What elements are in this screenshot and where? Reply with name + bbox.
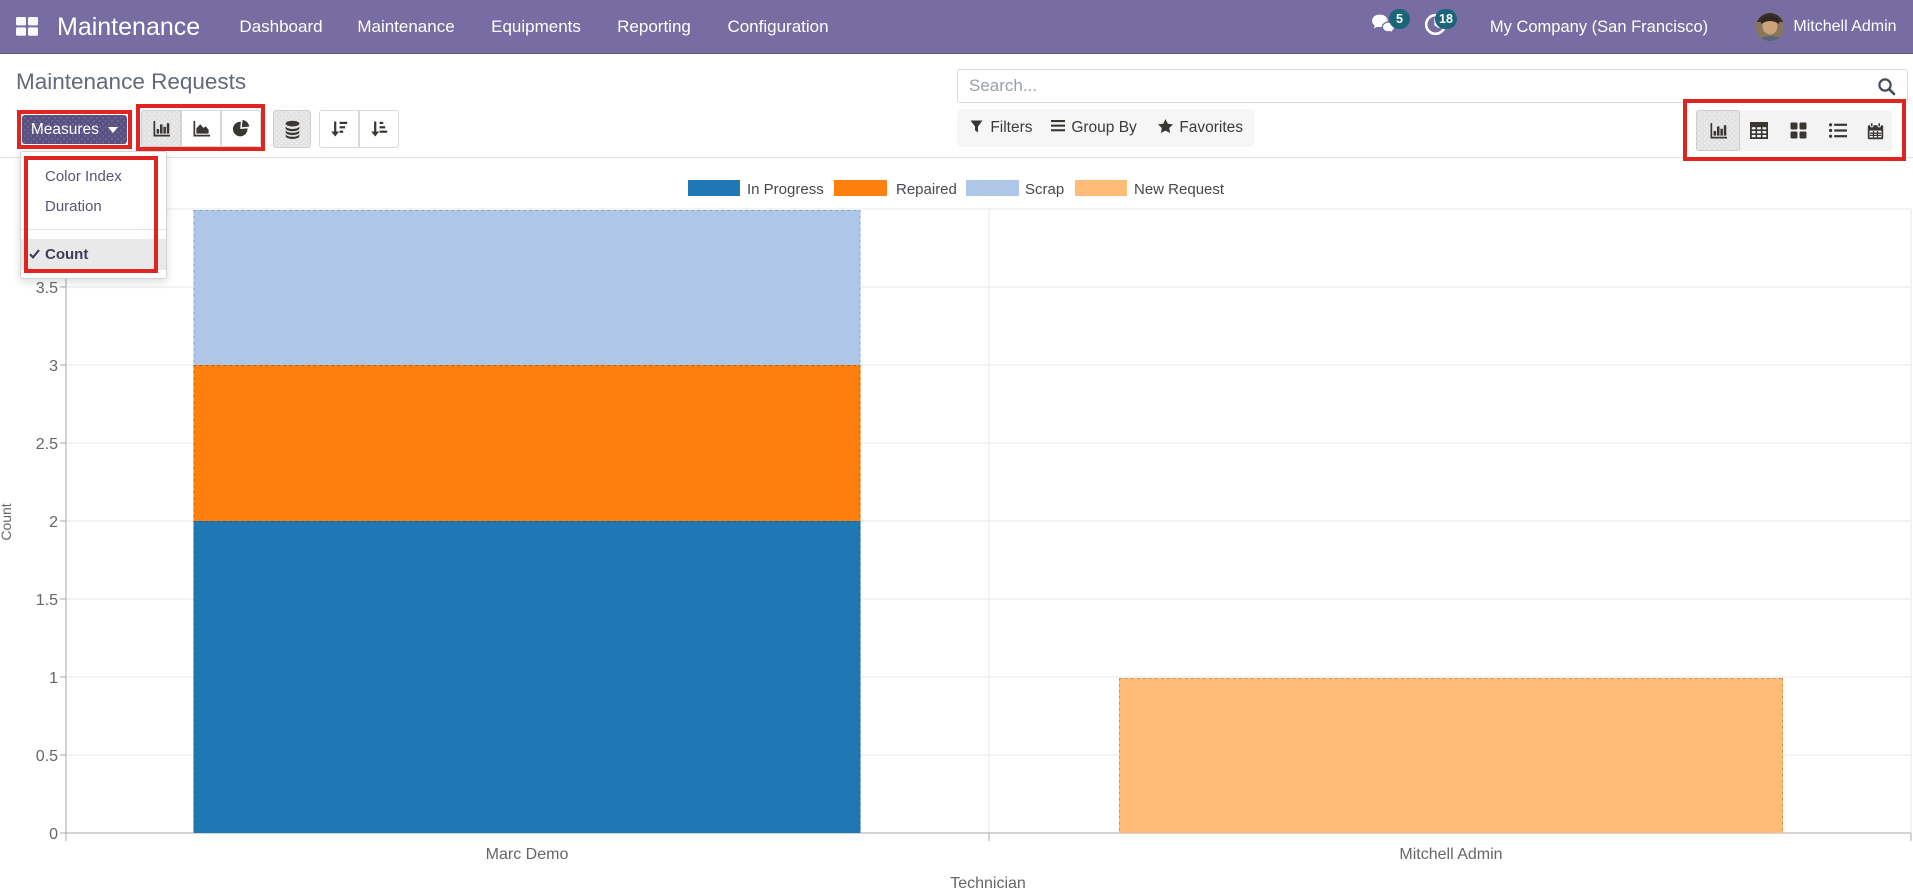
svg-text:3.5: 3.5 (36, 280, 58, 297)
svg-text:0.5: 0.5 (36, 748, 58, 765)
svg-text:In Progress: In Progress (747, 181, 824, 198)
svg-text:Repaired: Repaired (896, 181, 957, 198)
svg-text:Marc Demo: Marc Demo (486, 846, 569, 863)
svg-text:3: 3 (49, 358, 58, 375)
svg-text:0: 0 (49, 826, 58, 843)
svg-text:Technician: Technician (950, 875, 1026, 891)
svg-text:Count: Count (0, 503, 14, 540)
svg-text:2.5: 2.5 (36, 436, 58, 453)
svg-text:2: 2 (49, 514, 58, 531)
svg-text:1.5: 1.5 (36, 592, 58, 609)
svg-text:New Request: New Request (1134, 181, 1225, 198)
svg-text:Scrap: Scrap (1025, 181, 1064, 198)
svg-text:Mitchell Admin: Mitchell Admin (1399, 846, 1502, 863)
svg-text:1: 1 (49, 670, 58, 687)
